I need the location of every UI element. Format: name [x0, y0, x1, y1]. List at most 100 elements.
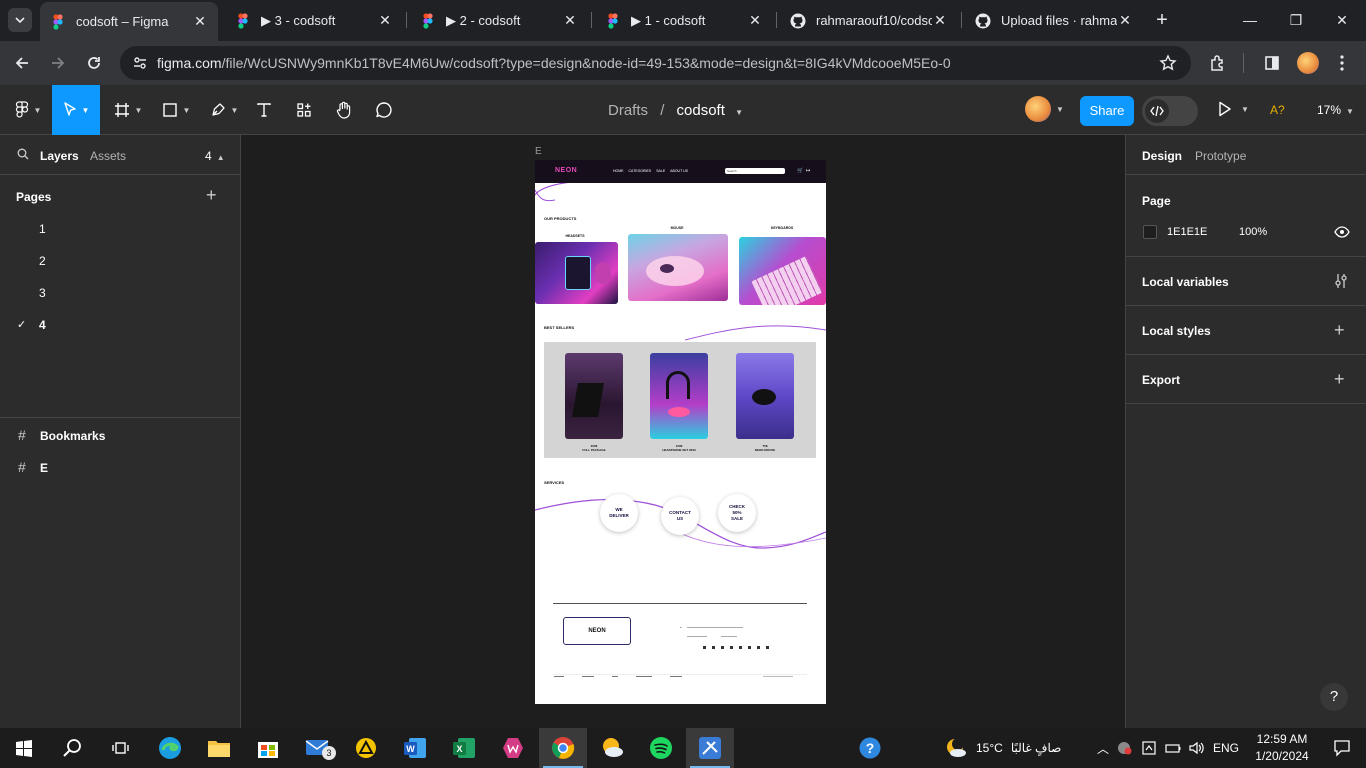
language-indicator[interactable]: ENG: [1213, 741, 1239, 755]
page-color-opacity[interactable]: 100%: [1239, 226, 1267, 238]
move-tool-button[interactable]: ▼: [52, 85, 100, 135]
resources-tool-button[interactable]: [290, 85, 318, 135]
restore-button[interactable]: ❐: [1284, 8, 1308, 32]
local-styles-section[interactable]: Local styles +: [1126, 306, 1366, 355]
canvas[interactable]: E NEON HOME CATEGORIES SALE ABOUT US Sea…: [241, 135, 1125, 728]
help-button[interactable]: ?: [1320, 683, 1348, 711]
zoom-dropdown[interactable]: 17% ▼: [1317, 103, 1354, 117]
help-app-icon[interactable]: ?: [846, 728, 894, 768]
microsoft-store-icon[interactable]: [244, 728, 292, 768]
snip-tool-icon[interactable]: [686, 728, 734, 768]
network-status-icon[interactable]: [1141, 741, 1157, 755]
word-icon[interactable]: W: [391, 728, 439, 768]
back-button[interactable]: [10, 51, 34, 75]
forward-button[interactable]: [46, 51, 70, 75]
close-tab-icon[interactable]: ✕: [932, 12, 948, 29]
wps-icon[interactable]: [489, 728, 537, 768]
hand-tool-button[interactable]: [330, 85, 358, 135]
design-navbar: NEON HOME CATEGORIES SALE ABOUT US Searc…: [535, 160, 826, 183]
page-item[interactable]: 3: [0, 276, 240, 308]
frame-icon: #: [18, 427, 26, 443]
file-name[interactable]: codsoft: [677, 102, 725, 119]
page-switcher[interactable]: 4 ▲: [205, 149, 225, 163]
browser-menu-icon[interactable]: [1330, 51, 1354, 75]
chevron-down-icon[interactable]: ▼: [735, 108, 743, 117]
browser-tab[interactable]: ▶ 2 - codsoft ✕: [410, 4, 588, 37]
page-color-hex[interactable]: 1E1E1E: [1167, 226, 1207, 238]
layer-item[interactable]: # Bookmarks: [0, 419, 240, 451]
browser-tab[interactable]: codsoft – Figma ✕: [40, 2, 218, 41]
profile-avatar[interactable]: [1296, 51, 1320, 75]
browser-tab[interactable]: ▶ 1 - codsoft ✕: [595, 4, 773, 37]
add-export-icon[interactable]: +: [1334, 369, 1345, 390]
add-style-icon[interactable]: +: [1334, 320, 1345, 341]
present-button[interactable]: ▼: [1218, 101, 1249, 117]
start-button[interactable]: [0, 728, 48, 768]
url-bar[interactable]: figma.com/file/WcUSNWy9mnKb1T8vE4M6Uw/co…: [120, 46, 1191, 80]
tab-design[interactable]: Design: [1142, 149, 1182, 163]
frame-tool-button[interactable]: ▼: [108, 85, 148, 135]
system-clock[interactable]: 12:59 AM 1/20/2024: [1254, 731, 1310, 765]
dev-mode-toggle[interactable]: [1142, 96, 1198, 126]
chevron-up-icon[interactable]: ︿: [1097, 740, 1109, 757]
tab-layers[interactable]: Layers: [40, 149, 79, 163]
close-tab-icon[interactable]: ✕: [747, 12, 763, 29]
bookmark-star-icon[interactable]: [1159, 54, 1177, 72]
chrome-icon[interactable]: [539, 728, 587, 768]
notifications-icon[interactable]: [1318, 728, 1366, 768]
extensions-icon[interactable]: [1206, 51, 1230, 75]
volume-icon[interactable]: [1189, 741, 1205, 755]
wifi-icon[interactable]: [1165, 742, 1181, 754]
minimize-button[interactable]: —: [1238, 8, 1262, 32]
weather-widget[interactable]: 15°C صافٍ غالبًا: [944, 728, 1061, 768]
add-page-button[interactable]: +: [206, 185, 217, 206]
variables-icon[interactable]: [1334, 273, 1348, 289]
tab-assets[interactable]: Assets: [90, 149, 126, 163]
page-color-swatch[interactable]: [1143, 225, 1157, 239]
search-icon[interactable]: [17, 148, 29, 160]
comment-tool-button[interactable]: [370, 85, 398, 135]
export-section[interactable]: Export +: [1126, 355, 1366, 404]
frame-label[interactable]: E: [535, 146, 542, 157]
search-icon[interactable]: [48, 728, 96, 768]
close-tab-icon[interactable]: ✕: [192, 13, 208, 30]
weather-app-icon[interactable]: [588, 728, 636, 768]
security-icon[interactable]: [1117, 741, 1133, 755]
browser-tab[interactable]: rahmaraouf10/codsoft ✕: [780, 4, 958, 37]
shape-tool-button[interactable]: ▼: [156, 85, 196, 135]
reload-button[interactable]: [82, 51, 106, 75]
task-view-icon[interactable]: [96, 728, 144, 768]
local-variables-section[interactable]: Local variables: [1126, 257, 1366, 306]
share-button[interactable]: Share: [1080, 96, 1134, 126]
chevron-down-icon: ▼: [1241, 104, 1249, 114]
app-triangle-icon[interactable]: [342, 728, 390, 768]
edge-icon[interactable]: [146, 728, 194, 768]
layer-item[interactable]: # E: [0, 451, 240, 483]
close-window-button[interactable]: ✕: [1330, 8, 1354, 32]
new-tab-button[interactable]: +: [1150, 8, 1174, 32]
eye-icon[interactable]: [1334, 226, 1350, 238]
page-item[interactable]: 1: [0, 212, 240, 244]
tab-prototype[interactable]: Prototype: [1195, 149, 1246, 163]
close-tab-icon[interactable]: ✕: [562, 12, 578, 29]
excel-icon[interactable]: X: [440, 728, 488, 768]
design-frame[interactable]: NEON HOME CATEGORIES SALE ABOUT US Searc…: [535, 160, 826, 704]
browser-tab[interactable]: Upload files · rahmaraouf10 ✕: [965, 4, 1143, 37]
page-item[interactable]: 2: [0, 244, 240, 276]
side-panel-icon[interactable]: [1260, 51, 1284, 75]
breadcrumb-drafts[interactable]: Drafts: [608, 102, 648, 119]
accessibility-check-button[interactable]: A?: [1270, 103, 1285, 117]
pen-tool-button[interactable]: ▼: [204, 85, 244, 135]
main-menu-button[interactable]: ▼: [8, 85, 48, 135]
file-explorer-icon[interactable]: [195, 728, 243, 768]
close-tab-icon[interactable]: ✕: [1117, 12, 1133, 29]
mail-icon[interactable]: 3: [294, 728, 342, 768]
text-tool-button[interactable]: [250, 85, 278, 135]
collaborator-avatars[interactable]: ▼: [1025, 96, 1064, 122]
spotify-icon[interactable]: [637, 728, 685, 768]
browser-tab[interactable]: ▶ 3 - codsoft ✕: [225, 4, 403, 37]
site-info-icon[interactable]: [132, 55, 148, 71]
close-tab-icon[interactable]: ✕: [377, 12, 393, 29]
tab-search-button[interactable]: [8, 8, 32, 32]
page-item-current[interactable]: ✓ 4: [0, 308, 240, 340]
